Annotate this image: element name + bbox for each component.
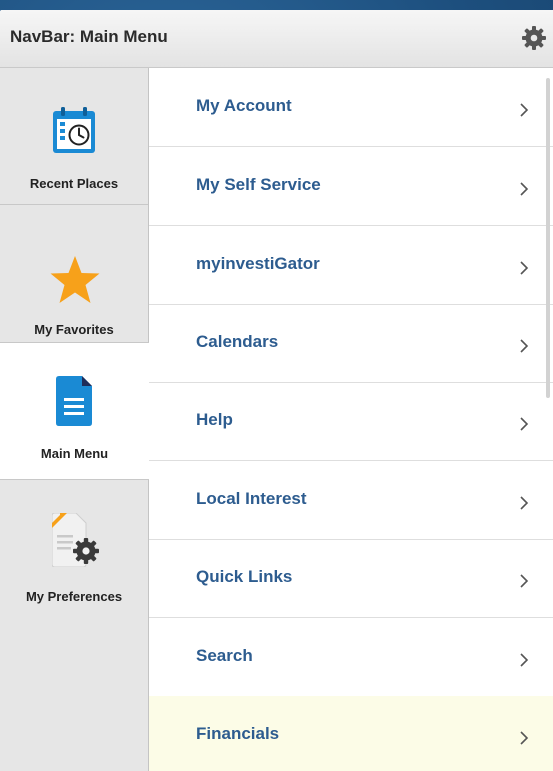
chevron-right-icon [517, 730, 531, 746]
chevron-right-icon [517, 573, 531, 589]
menu-item-local-interest[interactable]: Local Interest [149, 461, 553, 540]
chevron-right-icon [517, 652, 531, 668]
sidebar-item-label: Main Menu [40, 446, 109, 461]
chevron-right-icon [517, 181, 531, 197]
gear-icon[interactable] [522, 26, 546, 50]
menu-item-myinvestigator[interactable]: myinvestiGator [149, 226, 553, 305]
sidebar-item-label: Recent Places [29, 176, 119, 191]
menu-item-financials[interactable]: Financials [149, 696, 553, 771]
navbar-title: NavBar: Main Menu [10, 27, 168, 46]
navbar-sidebar: Recent Places My Favorites Main Menu My … [0, 68, 149, 771]
sidebar-item-label: My Preferences [25, 589, 123, 604]
menu-item-label: myinvestiGator [196, 254, 320, 273]
menu-item-label: Calendars [196, 332, 279, 351]
menu-item-label: Help [196, 410, 233, 429]
menu-item-label: Local Interest [196, 489, 307, 508]
sidebar-item-recent-places[interactable]: Recent Places [0, 68, 148, 205]
sidebar-item-my-favorites[interactable]: My Favorites [0, 205, 148, 343]
chevron-right-icon [517, 495, 531, 511]
menu-item-help[interactable]: Help [149, 382, 553, 461]
chevron-right-icon [517, 260, 531, 276]
main-menu-list: My Account My Self Service myinvestiGato… [149, 68, 553, 771]
menu-item-label: My Account [196, 96, 292, 115]
document-gear-icon [51, 512, 100, 572]
navbar-header: NavBar: Main Menu [0, 10, 553, 68]
document-icon [56, 376, 92, 431]
sidebar-item-my-preferences[interactable]: My Preferences [0, 479, 148, 619]
sidebar-item-main-menu[interactable]: Main Menu [0, 342, 149, 480]
chevron-right-icon [517, 416, 531, 432]
menu-item-calendars[interactable]: Calendars [149, 304, 553, 383]
chevron-right-icon [517, 338, 531, 354]
menu-item-label: My Self Service [196, 175, 321, 194]
chevron-right-icon [517, 102, 531, 118]
star-icon [50, 256, 100, 309]
menu-item-my-account[interactable]: My Account [149, 68, 553, 147]
calendar-clock-icon [52, 106, 96, 159]
menu-item-quick-links[interactable]: Quick Links [149, 539, 553, 618]
menu-item-label: Search [196, 646, 253, 665]
menu-item-label: Quick Links [196, 567, 293, 586]
navbar-panel: NavBar: Main Menu Recent Places My Favor… [0, 10, 553, 771]
sidebar-item-label: My Favorites [34, 322, 114, 337]
menu-item-label: Financials [196, 724, 280, 743]
menu-item-my-self-service[interactable]: My Self Service [149, 147, 553, 226]
menu-item-search[interactable]: Search [149, 618, 553, 697]
scrollbar[interactable] [546, 78, 550, 398]
